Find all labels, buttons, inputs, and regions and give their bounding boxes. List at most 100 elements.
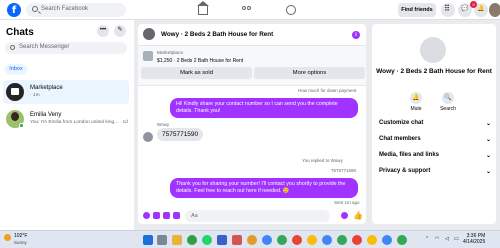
app-icon[interactable] (217, 235, 227, 245)
mute-button[interactable]: 🔔 Mute (398, 92, 434, 112)
file-explorer-icon[interactable] (172, 235, 182, 245)
avatar (143, 132, 153, 142)
chevron-down-icon: ⌄ (485, 153, 491, 159)
message-input[interactable]: Aa (185, 210, 330, 222)
new-message-button[interactable]: ✎ (114, 25, 126, 37)
browser-profile-icon[interactable] (247, 235, 257, 245)
chevron-up-icon[interactable]: ⌃ (425, 236, 429, 242)
chevron-down-icon: ⌄ (485, 137, 491, 143)
groups-icon[interactable] (286, 5, 296, 15)
browser-profile-icon[interactable] (367, 235, 377, 245)
chat-window: Wowy · 2 Beds 2 Bath House for Rent i Ma… (138, 24, 366, 224)
reply-note: You replied to Wowy (302, 158, 343, 163)
whatsapp-icon[interactable] (202, 235, 212, 245)
browser-profile-icon[interactable] (292, 235, 302, 245)
chevron-down-icon: ⌄ (485, 121, 491, 127)
find-friends-button[interactable]: Find friends (398, 3, 436, 17)
incoming-message[interactable]: 7575771590 (157, 128, 204, 141)
search-icon: 🔍 (442, 92, 454, 104)
search-icon[interactable] (157, 235, 167, 245)
browser-profile-icon[interactable] (352, 235, 362, 245)
menu-grid-icon[interactable] (441, 3, 455, 17)
conversation-title: Wowy · 2 Beds 2 Bath House for Rent (376, 68, 492, 75)
clock-date: 4/14/2025 (463, 239, 486, 245)
conversation-name: Emilia Veny (30, 112, 62, 118)
more-options-button[interactable]: More options (254, 67, 365, 79)
listing-price[interactable]: $1,250 · 2 Beds 2 Bath House for Rent (157, 58, 243, 64)
outgoing-message[interactable]: Hi! Kindly share your contact number so … (170, 98, 358, 118)
search-label: Search (440, 106, 456, 112)
inbox-filter-tab[interactable]: Inbox (5, 64, 27, 75)
messenger-search-input[interactable]: Search Messenger (5, 42, 127, 54)
browser-profile-icon[interactable] (322, 235, 332, 245)
browser-profile-icon[interactable] (307, 235, 317, 245)
chats-title: Chats (6, 27, 34, 38)
reply-quote: 7575771590 (331, 168, 357, 173)
browser-profile-icon[interactable] (397, 235, 407, 245)
notification-badge: 9 (470, 1, 477, 8)
emoji-icon[interactable] (341, 212, 348, 219)
chrome-icon[interactable] (187, 235, 197, 245)
privacy-support-section[interactable]: Privacy & support ⌄ (379, 168, 491, 175)
weather-condition: Sunny (14, 240, 27, 245)
friends-icon[interactable] (242, 5, 252, 15)
messenger-search-placeholder: Search Messenger (19, 44, 70, 50)
marketplace-listing-banner: Marketplace $1,250 · 2 Beds 2 Bath House… (138, 46, 366, 86)
message-input-placeholder: Aa (191, 213, 198, 219)
mute-label: Mute (410, 106, 422, 112)
chats-sidebar: Chats ••• ✎ Search Messenger Inbox Marke… (0, 20, 134, 230)
section-label: Chat members (379, 136, 421, 142)
plus-icon[interactable] (143, 212, 150, 219)
browser-profile-icon[interactable] (382, 235, 392, 245)
gif-icon[interactable] (173, 212, 180, 219)
weather-temperature[interactable]: 102°F (14, 233, 27, 239)
system-clock[interactable]: 3:36 PM 4/14/2025 (463, 233, 485, 245)
home-icon[interactable] (197, 1, 209, 15)
info-icon[interactable]: i (352, 31, 360, 39)
chat-members-section[interactable]: Chat members ⌄ (379, 136, 491, 143)
outgoing-message[interactable]: Thank you for sharing your number! I'll … (170, 178, 358, 198)
profile-avatar[interactable] (489, 3, 500, 17)
customize-chat-section[interactable]: Customize chat ⌄ (379, 120, 491, 127)
conversation-preview: · 1m (30, 93, 40, 98)
volume-icon[interactable]: ◁ (445, 236, 449, 242)
start-icon[interactable] (143, 235, 153, 245)
sent-status: Sent 1m ago (334, 200, 360, 205)
sticker-icon[interactable] (163, 212, 170, 219)
like-icon[interactable]: 👍 (353, 211, 363, 220)
search-icon (10, 45, 15, 50)
conversation-details-panel: Wowy · 2 Beds 2 Bath House for Rent 🔔 Mu… (372, 24, 496, 224)
image-icon[interactable] (153, 212, 160, 219)
search-conversation-button[interactable]: 🔍 Search (430, 92, 466, 112)
conversation-preview: You: I'm Emilia from London united king.… (30, 120, 128, 125)
online-status-dot (19, 123, 24, 128)
listing-label: Marketplace (157, 51, 184, 56)
media-files-links-section[interactable]: Media, files and links ⌄ (379, 152, 491, 159)
top-navigation-bar: f Search Facebook Find friends 9 (0, 0, 500, 20)
chat-title[interactable]: Wowy · 2 Beds 2 Bath House for Rent (161, 31, 273, 38)
browser-profile-icon[interactable] (337, 235, 347, 245)
section-label: Privacy & support (379, 168, 431, 174)
quoted-message-note: How much for down payment (298, 88, 357, 93)
mark-as-sold-button[interactable]: Mark as sold (141, 67, 252, 79)
message-list: How much for down payment Hi! Kindly sha… (138, 86, 366, 208)
wifi-icon[interactable]: ◠ (435, 236, 439, 242)
conversation-item-marketplace[interactable]: Marketplace · 1m (3, 80, 129, 104)
chat-options-button[interactable]: ••• (97, 25, 109, 37)
conversation-name: Marketplace (30, 85, 63, 91)
message-composer: Aa 👍 (138, 208, 366, 224)
listing-thumbnail[interactable] (143, 51, 153, 61)
facebook-search-input[interactable]: Search Facebook (26, 3, 126, 17)
avatar[interactable] (420, 37, 446, 63)
battery-icon[interactable]: ▭ (454, 236, 459, 242)
browser-profile-icon[interactable] (277, 235, 287, 245)
browser-profile-icon[interactable] (262, 235, 272, 245)
avatar[interactable] (143, 28, 155, 40)
sun-icon[interactable] (4, 234, 11, 241)
sender-name: Wowy (157, 122, 170, 127)
facebook-logo[interactable]: f (7, 3, 21, 17)
windows-taskbar: 102°F Sunny ⌃ ◠ ◁ ▭ 3:36 PM 4/14/2025 (0, 230, 500, 248)
conversation-item-emilia[interactable]: Emilia Veny You: I'm Emilia from London … (3, 107, 129, 131)
app-icon[interactable] (232, 235, 242, 245)
section-label: Customize chat (379, 120, 424, 126)
